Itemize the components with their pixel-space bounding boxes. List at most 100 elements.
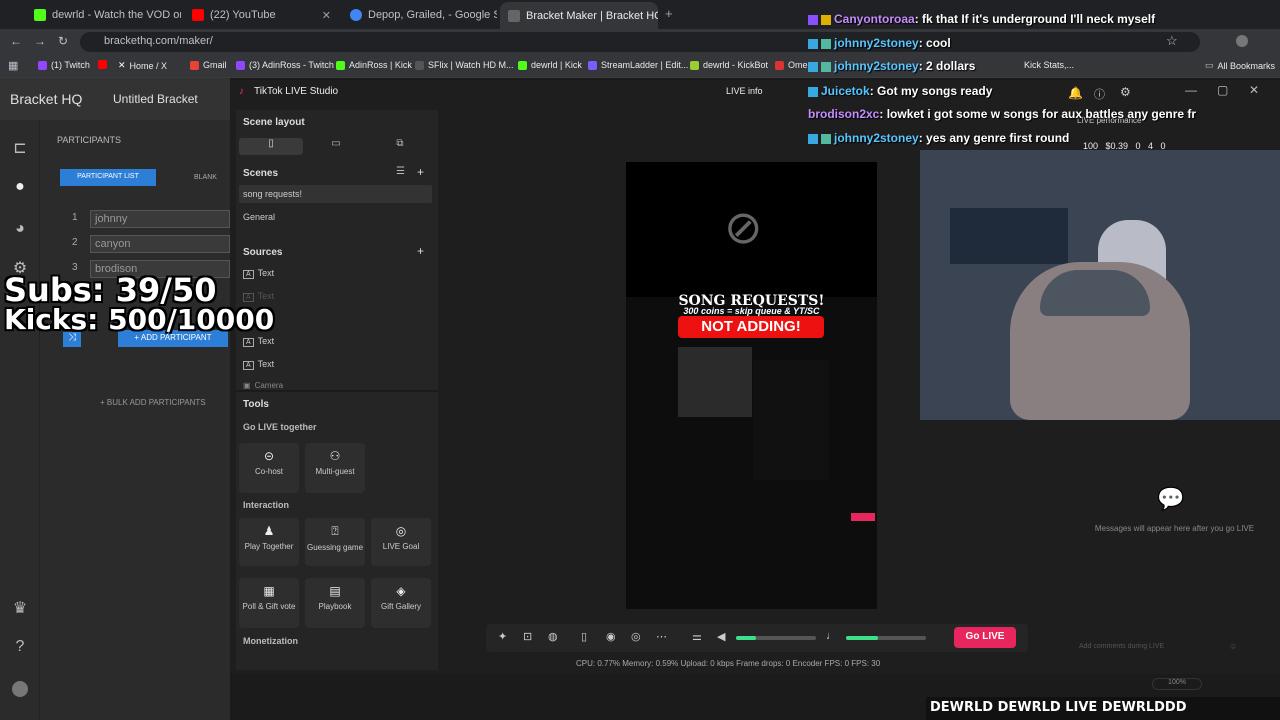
avatar[interactable] [12, 681, 28, 697]
replay-icon[interactable]: ◎ [631, 630, 641, 643]
address-bar[interactable]: brackethq.com/maker/ [80, 32, 1200, 52]
bookmark-sflix[interactable]: SFlix | Watch HD M... [415, 60, 514, 70]
new-tab-icon[interactable]: + [665, 6, 673, 21]
bookmark-streamladder[interactable]: StreamLadder | Edit... [588, 60, 688, 70]
bookmark-kickbot[interactable]: dewrld - KickBot [690, 60, 768, 70]
scene-item[interactable]: General [243, 212, 275, 222]
zoom-level[interactable]: 100% [1152, 678, 1202, 690]
portrait-layout-icon[interactable]: ▯ [239, 138, 303, 155]
streamladder-icon [588, 60, 597, 70]
screenshot-icon[interactable]: ⊡ [523, 630, 532, 643]
nested-preview-phone [753, 360, 829, 480]
more-icon[interactable]: ⋯ [656, 630, 667, 643]
chat-bubble-icon: 💬 [1157, 486, 1185, 511]
source-item[interactable]: A Text [243, 268, 274, 279]
bookmark-dewrld-kick[interactable]: dewrld | Kick [518, 60, 582, 70]
record-icon[interactable]: ◉ [606, 630, 616, 643]
text-source-icon: A [243, 361, 254, 370]
close-tab-icon[interactable]: ✕ [322, 9, 331, 22]
participant-number: 2 [72, 237, 78, 248]
bookmark-star-icon[interactable]: ☆ [1166, 33, 1178, 49]
playbook-tool[interactable]: ▤ Playbook [305, 578, 365, 628]
bookmark-youtube[interactable] [98, 60, 107, 69]
scene-item[interactable]: song requests! [243, 189, 302, 199]
guessing-icon: ⍰ [331, 524, 339, 538]
tab-youtube[interactable]: (22) YouTube ✕ [184, 4, 339, 26]
help-icon[interactable]: ? [10, 638, 30, 656]
chat-message: brodison2xc: lowket i got some w songs f… [808, 107, 1197, 121]
avatar[interactable] [1236, 35, 1248, 47]
text-source-icon: A [243, 270, 254, 279]
bookmark-all[interactable]: ▭ All Bookmarks [1205, 60, 1275, 71]
minimize-icon[interactable]: — [1185, 83, 1197, 97]
landscape-layout-icon[interactable]: ▭ [326, 138, 346, 155]
back-icon[interactable]: ← [10, 34, 22, 48]
go-live-button[interactable]: Go LIVE [954, 627, 1016, 648]
tab-participant-list[interactable]: PARTICIPANT LIST [60, 169, 156, 186]
participants-icon[interactable]: ● [10, 178, 30, 196]
participant-input[interactable]: canyon [90, 235, 230, 253]
twitch-icon [38, 60, 47, 70]
folder-icon: ▭ [1205, 60, 1214, 70]
gift-gallery-tool[interactable]: ◈ Gift Gallery [371, 578, 431, 628]
phone-icon[interactable]: ▯ [581, 630, 587, 643]
tab-google[interactable]: Depop, Grailed, - Google Searc✕ [342, 4, 497, 26]
bulk-add-button[interactable]: + BULK ADD PARTICIPANTS [100, 398, 206, 407]
magic-icon[interactable]: ✦ [498, 630, 507, 643]
apps-grid-icon[interactable]: ▦ [8, 59, 18, 72]
list-icon[interactable]: ☰ [396, 166, 405, 177]
tools-heading: Tools [243, 399, 269, 410]
preview-subtitle: 300 coins = skip queue & YT/SC [683, 306, 820, 316]
palette-icon[interactable]: ◕ [10, 220, 30, 238]
microphone-icon[interactable]: ♩ [826, 630, 837, 642]
forward-icon[interactable]: → [34, 34, 46, 48]
dual-layout-icon[interactable]: ⧉ [390, 138, 410, 155]
bookmark-x[interactable]: ✕ Home / X [118, 60, 167, 71]
bracket-hq-logo[interactable]: Bracket HQ [10, 91, 82, 107]
source-item[interactable]: A Text [243, 291, 274, 302]
gear-icon[interactable]: ⚙ [1120, 85, 1131, 99]
emoji-icon[interactable]: ☺ [1229, 642, 1237, 651]
maximize-icon[interactable]: ▢ [1217, 83, 1228, 97]
bracket-icon[interactable]: ⊏ [10, 138, 30, 157]
bracket-title[interactable]: Untitled Bracket [113, 92, 198, 106]
crown-icon[interactable]: ♛ [10, 598, 30, 617]
bookmarks-bar: ▦ (1) Twitch ✕ Home / X Gmail (3) AdinRos… [0, 54, 1280, 78]
bookmark-gmail[interactable]: Gmail [190, 60, 227, 70]
tab-blank[interactable]: BLANK [194, 174, 217, 181]
live-info-link[interactable]: LIVE info [726, 86, 763, 96]
effects-icon[interactable]: ◍ [548, 630, 558, 643]
settings-sliders-icon[interactable]: ⚌ [692, 630, 702, 643]
streamer-cap [1040, 270, 1150, 316]
tab-bracket-hq[interactable]: Bracket Maker | Bracket HQ✕ [500, 2, 658, 29]
bell-icon[interactable]: 🔔 [1068, 86, 1083, 100]
close-icon[interactable]: ✕ [1249, 83, 1259, 97]
add-scene-icon[interactable]: + [417, 165, 424, 179]
bookmark-twitch[interactable]: (1) Twitch [38, 60, 90, 70]
wall-poster [950, 208, 1068, 264]
poll-tool[interactable]: ▦ Poll & Gift vote [239, 578, 299, 628]
guessing-game-tool[interactable]: ⍰ Guessing game [305, 518, 365, 566]
multiguest-tool[interactable]: ⚇ Multi-guest [305, 443, 365, 493]
participant-input[interactable]: johnny [90, 210, 230, 228]
bookmark-twitch-adin[interactable]: (3) AdinRoss - Twitch [236, 60, 334, 70]
reload-icon[interactable]: ↻ [58, 34, 68, 48]
cohost-tool[interactable]: ⊝ Co-host [239, 443, 299, 493]
source-item[interactable]: ▣ Camera [243, 381, 283, 390]
panel-divider [236, 390, 438, 392]
kickbot-icon [690, 60, 699, 70]
help-circle-icon[interactable]: ⓘ [1094, 86, 1105, 102]
bookmark-kick-adin[interactable]: AdinRoss | Kick [336, 60, 412, 70]
source-item[interactable]: A Text [243, 336, 274, 347]
bookmark-ome[interactable]: Ome [775, 60, 808, 70]
add-source-icon[interactable]: + [417, 244, 424, 258]
source-item[interactable]: A Text [243, 359, 274, 370]
comment-input[interactable]: Add comments during LIVE [1075, 639, 1245, 655]
live-preview[interactable]: ⊘ SONG REQUESTS! 300 coins = skip queue … [626, 162, 877, 609]
live-goal-tool[interactable]: ◎ LIVE Goal [371, 518, 431, 566]
play-together-tool[interactable]: ♟ Play Together [239, 518, 299, 566]
bookmark-kick-stats[interactable]: Kick Stats,... [1024, 60, 1074, 70]
tab-kick[interactable]: dewrld - Watch the VOD on Kic✕ [26, 4, 181, 26]
kicks-goal-overlay: Kicks: 500/10000 [4, 303, 275, 336]
speaker-icon[interactable]: ◀ [717, 630, 725, 643]
